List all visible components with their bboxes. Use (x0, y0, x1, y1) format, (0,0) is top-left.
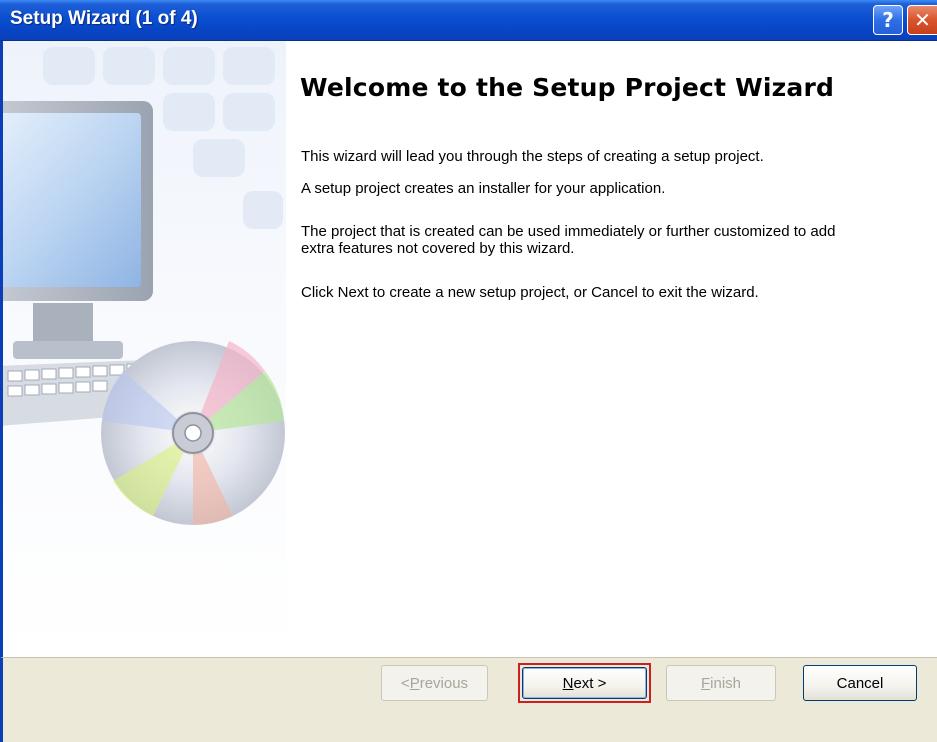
close-button[interactable]: ✕ (907, 5, 937, 35)
next-button[interactable]: Next > (518, 663, 651, 703)
cancel-button[interactable]: Cancel (803, 665, 917, 701)
close-icon: ✕ (914, 8, 931, 32)
cd-disc-icon (101, 341, 285, 641)
intro-paragraph-2: A setup project creates an installer for… (301, 180, 666, 197)
window-title: Setup Wizard (1 of 4) (10, 8, 198, 29)
intro-paragraph-4: Click Next to create a new setup project… (301, 284, 759, 301)
cancel-label: Cancel (836, 674, 884, 692)
previous-mnemonic: P (409, 674, 420, 692)
finish-button[interactable]: Finish (666, 665, 776, 701)
previous-label: revious (419, 674, 469, 692)
previous-prefix: < (400, 674, 410, 692)
help-icon: ? (882, 8, 894, 32)
wizard-heading: Welcome to the Setup Project Wizard (300, 73, 835, 102)
help-button[interactable]: ? (873, 5, 903, 35)
computer-monitor-icon (3, 101, 153, 359)
wizard-side-image (3, 41, 286, 657)
next-mnemonic: N (562, 674, 574, 692)
next-button-face[interactable]: Next > (522, 667, 647, 699)
next-label: ext > (573, 674, 607, 692)
finish-label: inish (710, 674, 742, 692)
title-bar[interactable]: Setup Wizard (1 of 4) ? ✕ (0, 0, 937, 41)
setup-wizard-window: Setup Wizard (1 of 4) ? ✕ Welcome to the… (0, 0, 937, 742)
previous-button[interactable]: < Previous (381, 665, 488, 701)
intro-paragraph-3: The project that is created can be used … (301, 223, 836, 257)
intro-paragraph-1: This wizard will lead you through the st… (301, 148, 764, 165)
finish-mnemonic: F (700, 674, 711, 692)
